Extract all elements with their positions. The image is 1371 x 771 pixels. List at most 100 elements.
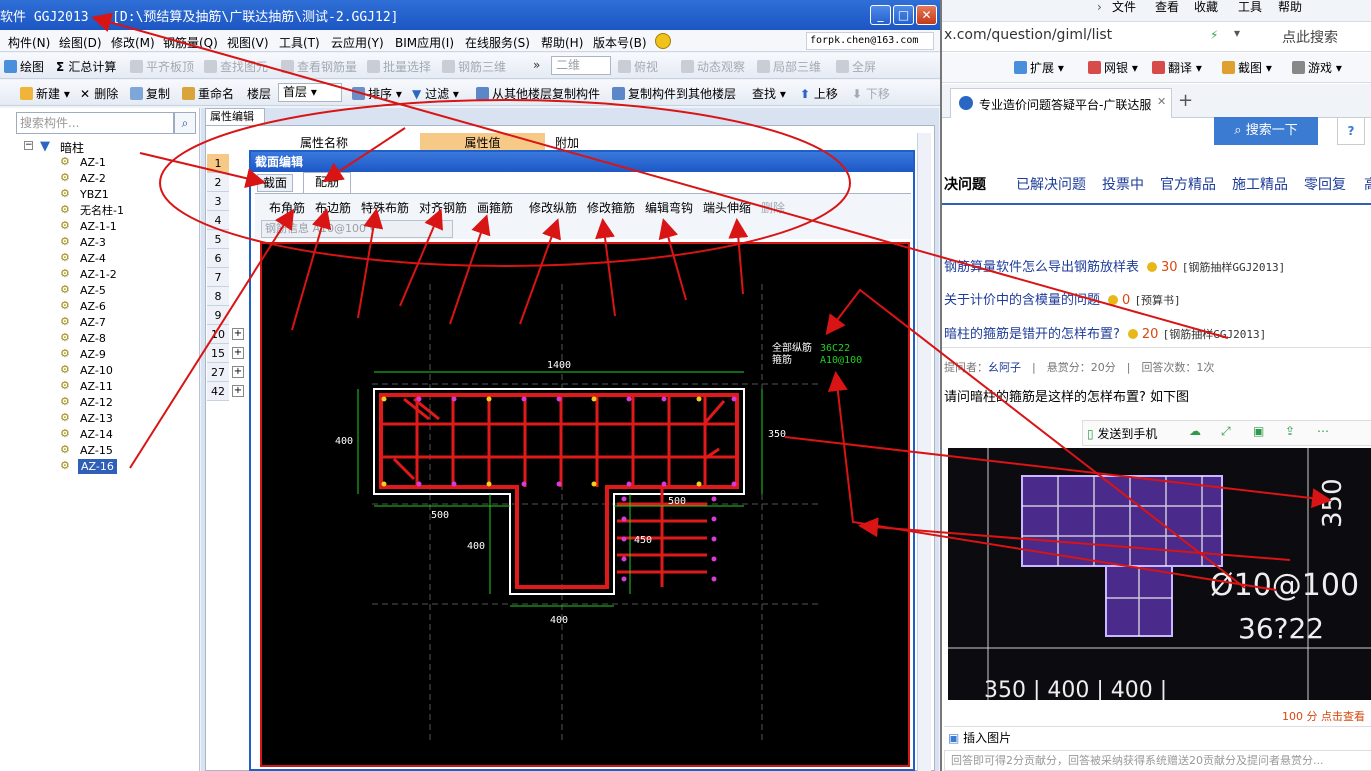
row-number[interactable]: 8 bbox=[207, 287, 229, 306]
dialog-tool-button[interactable]: 端头伸缩 bbox=[703, 199, 751, 216]
row-number[interactable]: 10 bbox=[207, 325, 229, 344]
url-input[interactable]: x.com/question/giml/list bbox=[944, 27, 1112, 43]
answer-input[interactable]: 回答即可得2分贡献分，回答被采纳获得系统赠送20贡献分及提问者悬赏分... bbox=[944, 750, 1371, 771]
align-slab-top-button[interactable]: 平齐板顶 bbox=[130, 58, 194, 75]
rebar-info-combo[interactable]: 钢筋信息 A10@100 ▾ bbox=[261, 220, 453, 238]
menu-cloud[interactable]: 云应用(Y) bbox=[331, 34, 384, 51]
tab-reinforcement[interactable]: 配筋 bbox=[303, 172, 351, 193]
tree-item[interactable]: AZ-6 bbox=[80, 299, 106, 314]
overflow-chevron-icon[interactable]: » bbox=[533, 58, 540, 72]
fav-screenshot[interactable]: 截图 ▾ bbox=[1222, 59, 1272, 76]
account-combo[interactable]: forpk.chen@163.com bbox=[806, 32, 934, 50]
tab-resolved[interactable]: 已解决问题 bbox=[1016, 174, 1086, 194]
tree-item[interactable]: AZ-1 bbox=[80, 155, 106, 170]
fav-banking[interactable]: 网银 ▾ bbox=[1088, 59, 1138, 76]
section-drawing-canvas[interactable]: 1400 400 350 500 500 400 450 400 全部纵筋 箍筋 36C22 A10@… bbox=[260, 242, 910, 767]
move-up-button[interactable]: ⬆ 上移 bbox=[800, 85, 838, 102]
row-number[interactable]: 42 bbox=[207, 382, 229, 401]
tab-construction[interactable]: 施工精品 bbox=[1232, 174, 1288, 194]
tree-item[interactable]: AZ-14 bbox=[80, 427, 113, 442]
row-number[interactable]: 6 bbox=[207, 249, 229, 268]
tree-item[interactable]: 无名柱-1 bbox=[80, 203, 124, 218]
tab-voting[interactable]: 投票中 bbox=[1102, 174, 1144, 194]
fav-games[interactable]: 游戏 ▾ bbox=[1292, 59, 1342, 76]
smiley-icon[interactable] bbox=[655, 33, 671, 49]
tab-no-reply[interactable]: 零回复 bbox=[1304, 174, 1346, 194]
tree-item[interactable]: AZ-8 bbox=[80, 331, 106, 346]
batch-select-button[interactable]: 批量选择 bbox=[367, 58, 431, 75]
tab-official[interactable]: 官方精品 bbox=[1160, 174, 1216, 194]
chevron-down-icon[interactable]: ▾ bbox=[1234, 26, 1240, 40]
dialog-tool-button[interactable]: 修改箍筋 bbox=[587, 199, 635, 216]
share-icon[interactable]: ⇪ bbox=[1285, 424, 1295, 438]
filter-button[interactable]: ▼ 过滤 ▾ bbox=[412, 85, 459, 102]
sort-button[interactable]: 排序 ▾ bbox=[352, 85, 402, 102]
row-number[interactable]: 5 bbox=[207, 230, 229, 249]
side-points[interactable]: 100 分 点击查看 bbox=[1282, 708, 1365, 724]
tab-property-edit[interactable]: 属性编辑 bbox=[205, 108, 265, 125]
summary-calc-button[interactable]: Σ 汇总计算 bbox=[56, 58, 116, 75]
insert-image-button[interactable]: ▣ 插入图片 bbox=[944, 726, 1371, 748]
minimize-button[interactable]: _ bbox=[870, 5, 891, 25]
send-to-phone-button[interactable]: ▯ 发送到手机 bbox=[1087, 425, 1157, 442]
expand-icon[interactable]: + bbox=[232, 328, 244, 340]
menu-help[interactable]: 帮助 bbox=[1278, 0, 1302, 15]
expand-icon[interactable]: + bbox=[232, 347, 244, 359]
menu-view[interactable]: 查看 bbox=[1155, 0, 1179, 15]
cloud-icon[interactable]: ☁ bbox=[1189, 424, 1201, 438]
find-button[interactable]: 查找 ▾ bbox=[752, 85, 786, 102]
expand-icon[interactable]: + bbox=[232, 385, 244, 397]
dialog-tool-button[interactable]: 画箍筋 bbox=[477, 199, 513, 216]
copy-from-floor-button[interactable]: 从其他楼层复制构件 bbox=[476, 85, 600, 102]
menu-draw[interactable]: 绘图(D) bbox=[59, 34, 102, 51]
tree-item[interactable]: AZ-2 bbox=[80, 171, 106, 186]
tree-item[interactable]: AZ-3 bbox=[80, 235, 106, 250]
copy-button[interactable]: 复制 bbox=[130, 85, 170, 102]
tab-more[interactable]: 高 bbox=[1364, 174, 1371, 194]
menu-favorites[interactable]: 收藏 bbox=[1194, 0, 1218, 15]
help-icon[interactable]: ? bbox=[1337, 117, 1365, 145]
tree-item[interactable]: AZ-10 bbox=[80, 363, 113, 378]
row-number[interactable]: 3 bbox=[207, 192, 229, 211]
dialog-tool-button[interactable]: 布边筋 bbox=[315, 199, 351, 216]
vertical-scrollbar[interactable] bbox=[917, 133, 931, 771]
rebar-3d-button[interactable]: 钢筋三维 bbox=[442, 58, 506, 75]
floor-combo[interactable]: 首层 ▾ bbox=[278, 83, 342, 102]
menu-help[interactable]: 帮助(H) bbox=[541, 34, 583, 51]
row-number[interactable]: 2 bbox=[207, 173, 229, 192]
maximize-button[interactable]: □ bbox=[893, 5, 914, 25]
site-search-button[interactable]: ⌕ 搜索一下 bbox=[1214, 117, 1318, 145]
expand-icon[interactable]: + bbox=[232, 366, 244, 378]
tree-root-label[interactable]: 暗柱 bbox=[60, 139, 84, 156]
view-rebar-qty-button[interactable]: 查看钢筋量 bbox=[281, 58, 357, 75]
menu-version[interactable]: 版本号(B) bbox=[593, 34, 647, 51]
row-number[interactable]: 9 bbox=[207, 306, 229, 325]
tree-item[interactable]: AZ-1-2 bbox=[80, 267, 117, 282]
component-search-input[interactable]: 搜索构件... bbox=[16, 112, 174, 134]
question-link[interactable]: 钢筋算量软件怎么导出钢筋放样表 30 [钢筋抽样GGJ2013] bbox=[944, 256, 1285, 275]
question-link[interactable]: 暗柱的箍筋是错开的怎样布置? 20 [钢筋抽样GGJ2013] bbox=[944, 323, 1266, 342]
menu-modify[interactable]: 修改(M) bbox=[111, 34, 155, 51]
tab-section[interactable]: 截面 bbox=[257, 174, 293, 192]
menu-tools[interactable]: 工具(T) bbox=[279, 34, 320, 51]
find-element-button[interactable]: 查找图元 bbox=[204, 58, 268, 75]
tree-item[interactable]: AZ-11 bbox=[80, 379, 113, 394]
row-number[interactable]: 15 bbox=[207, 344, 229, 363]
tree-item[interactable]: AZ-13 bbox=[80, 411, 113, 426]
move-down-button[interactable]: ⬇ 下移 bbox=[852, 85, 890, 102]
menu-online[interactable]: 在线服务(S) bbox=[465, 34, 530, 51]
tree-item[interactable]: AZ-1-1 bbox=[80, 219, 117, 234]
fav-translate[interactable]: 翻译 ▾ bbox=[1152, 59, 1202, 76]
new-button[interactable]: 新建 ▾ bbox=[20, 85, 70, 102]
row-number[interactable]: 7 bbox=[207, 268, 229, 287]
tree-item[interactable]: AZ-9 bbox=[80, 347, 106, 362]
menu-rebar-qty[interactable]: 钢筋量(Q) bbox=[163, 34, 218, 51]
view-mode-combo[interactable]: 二维 bbox=[551, 56, 611, 75]
copy-to-floor-button[interactable]: 复制构件到其他楼层 bbox=[612, 85, 736, 102]
rename-button[interactable]: 重命名 bbox=[182, 85, 234, 102]
tree-item[interactable]: AZ-4 bbox=[80, 251, 106, 266]
tree-item[interactable]: AZ-5 bbox=[80, 283, 106, 298]
menu-file[interactable]: 文件 bbox=[1112, 0, 1136, 15]
dialog-tool-button[interactable]: 编辑弯钩 bbox=[645, 199, 693, 216]
dialog-tool-button[interactable]: 布角筋 bbox=[269, 199, 305, 216]
